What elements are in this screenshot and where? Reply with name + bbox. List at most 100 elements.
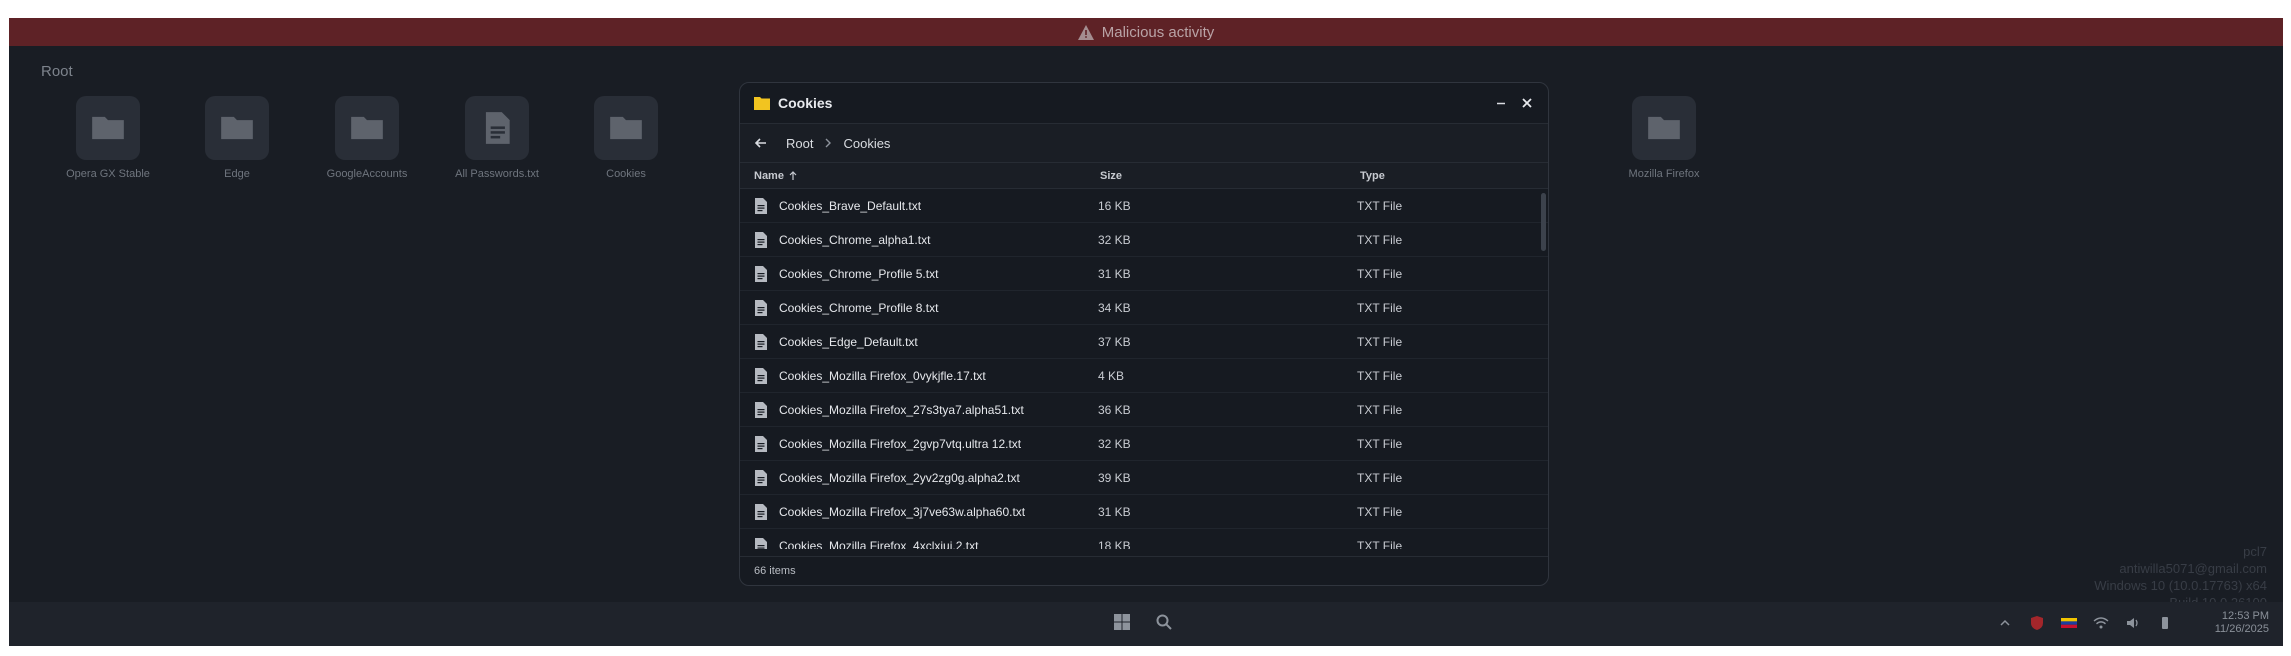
sort-ascending-icon (789, 170, 797, 180)
back-arrow-icon[interactable] (754, 136, 768, 150)
file-type: TXT File (1357, 335, 1403, 349)
dialog-titlebar: Cookies (740, 83, 1548, 124)
volume-icon[interactable] (2125, 615, 2141, 631)
text-file-icon (754, 504, 768, 525)
clock-date: 11/26/2025 (2214, 623, 2269, 635)
file-explorer-dialog: Cookies Root Cookies Name Size Type Cook… (739, 82, 1549, 586)
file-size: 36 KB (1098, 403, 1131, 417)
file-size: 16 KB (1098, 199, 1131, 213)
table-row[interactable]: Cookies_Mozilla Firefox_0vykjfle.17.txt 4… (740, 359, 1548, 393)
sysinfo-email: antiwilla5071@gmail.com (2119, 561, 2267, 576)
desktop-icon-label: GoogleAccounts (326, 168, 408, 180)
column-size[interactable]: Size (1100, 170, 1122, 182)
file-type: TXT File (1357, 437, 1403, 451)
desktop-icon-label: Mozilla Firefox (1628, 168, 1700, 180)
file-name: Cookies_Edge_Default.txt (779, 335, 918, 349)
file-type: TXT File (1357, 199, 1403, 213)
chevron-up-icon[interactable] (1997, 615, 2013, 631)
system-tray (1997, 615, 2173, 631)
shield-icon[interactable] (2029, 615, 2045, 631)
file-name: Cookies_Mozilla Firefox_2yv2zg0g.alpha2.… (779, 471, 1020, 485)
file-size: 31 KB (1098, 505, 1131, 519)
malicious-activity-banner: Malicious activity (9, 18, 2283, 46)
table-row[interactable]: Cookies_Mozilla Firefox_27s3tya7.alpha51… (740, 393, 1548, 427)
table-row[interactable]: Cookies_Mozilla Firefox_2yv2zg0g.alpha2.… (740, 461, 1548, 495)
text-file-icon (754, 368, 768, 389)
folder-icon (351, 116, 383, 140)
file-type: TXT File (1357, 369, 1403, 383)
table-row[interactable]: Cookies_Chrome_alpha1.txt 32 KB TXT File (740, 223, 1548, 257)
desktop-icon-opera-gx[interactable]: Opera GX Stable (53, 96, 163, 180)
folder-icon (92, 116, 124, 140)
keyboard-layout-icon[interactable] (2061, 615, 2077, 631)
table-row[interactable]: Cookies_Mozilla Firefox_4xclxjuj.2.txt 18… (740, 529, 1548, 549)
breadcrumb: Root Cookies (740, 124, 1548, 163)
file-name: Cookies_Mozilla Firefox_27s3tya7.alpha51… (779, 403, 1024, 417)
breadcrumb-root[interactable]: Root (786, 136, 813, 151)
file-type: TXT File (1357, 301, 1403, 315)
battery-icon[interactable] (2157, 615, 2173, 631)
breadcrumb-cookies[interactable]: Cookies (843, 136, 890, 151)
file-type: TXT File (1357, 505, 1403, 519)
desktop-icon-cookies[interactable]: Cookies (571, 96, 681, 180)
text-file-icon (754, 266, 768, 287)
scrollbar-thumb[interactable] (1541, 193, 1546, 251)
chevron-right-icon (825, 138, 832, 148)
file-size: 32 KB (1098, 233, 1131, 247)
desktop-icon-googleaccounts[interactable]: GoogleAccounts (312, 96, 422, 180)
table-row[interactable]: Cookies_Chrome_Profile 8.txt 34 KB TXT Fil… (740, 291, 1548, 325)
file-size: 32 KB (1098, 437, 1131, 451)
file-type: TXT File (1357, 471, 1403, 485)
warning-icon (1077, 24, 1094, 40)
banner-text: Malicious activity (1101, 23, 1215, 41)
clock-time: 12:53 PM (2221, 610, 2269, 622)
document-icon (485, 112, 510, 144)
clock[interactable]: 12:53 PM 11/26/2025 (2215, 610, 2269, 636)
item-count: 66 items (754, 565, 796, 577)
file-list: Cookies_Brave_Default.txt 16 KB TXT File Co… (740, 189, 1548, 549)
file-type: TXT File (1357, 233, 1403, 247)
close-icon[interactable] (1520, 96, 1534, 110)
minimize-icon[interactable] (1494, 96, 1508, 110)
file-type: TXT File (1357, 403, 1403, 417)
system-info: pcl7 antiwilla5071@gmail.com Windows 10 … (2094, 543, 2267, 611)
file-name: Cookies_Brave_Default.txt (779, 199, 922, 213)
text-file-icon (754, 538, 768, 549)
table-row[interactable]: Cookies_Brave_Default.txt 16 KB TXT File (740, 189, 1548, 223)
text-file-icon (754, 402, 768, 423)
windows-start-icon[interactable] (1113, 613, 1131, 631)
desktop-icon-label: Cookies (606, 168, 646, 180)
table-row[interactable]: Cookies_Edge_Default.txt 37 KB TXT File (740, 325, 1548, 359)
taskbar: 12:53 PM 11/26/2025 (9, 602, 2283, 646)
table-row[interactable]: Cookies_Chrome_Profile 5.txt 31 KB TXT Fil… (740, 257, 1548, 291)
text-file-icon (754, 470, 768, 491)
folder-icon (221, 116, 253, 140)
file-name: Cookies_Chrome_alpha1.txt (779, 233, 931, 247)
sysinfo-hostname: pcl7 (2243, 544, 2267, 559)
wifi-icon[interactable] (2093, 615, 2109, 631)
desktop-icon-label: Opera GX Stable (66, 168, 150, 180)
file-name: Cookies_Chrome_Profile 5.txt (779, 267, 939, 281)
column-type[interactable]: Type (1360, 170, 1385, 182)
file-size: 31 KB (1098, 267, 1131, 281)
file-size: 39 KB (1098, 471, 1131, 485)
dialog-title: Cookies (778, 95, 833, 111)
file-type: TXT File (1357, 267, 1403, 281)
file-size: 37 KB (1098, 335, 1131, 349)
desktop-icon-label: Edge (224, 168, 250, 180)
desktop-icon-mozilla-firefox[interactable]: Mozilla Firefox (1609, 96, 1719, 180)
search-icon[interactable] (1155, 613, 1173, 631)
text-file-icon (754, 436, 768, 457)
file-name: Cookies_Mozilla Firefox_4xclxjuj.2.txt (779, 539, 979, 549)
file-name: Cookies_Mozilla Firefox_0vykjfle.17.txt (779, 369, 986, 383)
text-file-icon (754, 198, 768, 219)
table-row[interactable]: Cookies_Mozilla Firefox_2gvp7vtq.ultra 1… (740, 427, 1548, 461)
folder-icon (610, 116, 642, 140)
desktop-icon-all-passwords[interactable]: All Passwords.txt (442, 96, 552, 180)
column-name[interactable]: Name (754, 170, 798, 182)
desktop-icon-edge[interactable]: Edge (182, 96, 292, 180)
table-row[interactable]: Cookies_Mozilla Firefox_3j7ve63w.alpha60… (740, 495, 1548, 529)
text-file-icon (754, 334, 768, 355)
text-file-icon (754, 232, 768, 253)
column-header: Name Size Type (740, 163, 1548, 189)
